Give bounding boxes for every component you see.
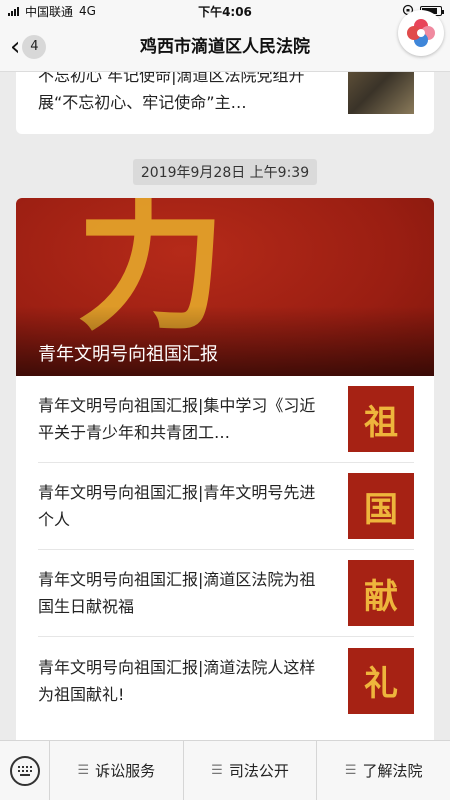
unread-count-badge: 4 [22, 34, 47, 59]
timestamp-row: 2019年9月28日 上午9:39 [0, 159, 450, 185]
keyboard-toggle-button[interactable] [0, 740, 50, 800]
status-time: 下午4:06 [198, 4, 252, 19]
nav-bar: ‹ 4 鸡西市滴道区人民法院 [0, 22, 450, 72]
menu-litigation-services[interactable]: ☰ 诉讼服务 [50, 740, 184, 800]
article-title: 青年文明号向祖国汇报|集中学习《习近平关于青少年和共青团工… [38, 396, 316, 442]
menu-lines-icon: ☰ [211, 763, 223, 778]
cover-title: 青年文明号向祖国汇报 [38, 344, 218, 365]
menu-label: 了解法院 [362, 762, 423, 780]
article-title: 青年文明号向祖国汇报|滴道法院人这样为祖国献礼! [38, 657, 316, 704]
article-group-card: 力 青年文明号向祖国汇报 青年文明号向祖国汇报|集中学习《习近平关于青少年和共青… [16, 198, 434, 740]
back-button[interactable]: ‹ 4 [10, 31, 47, 62]
chevron-left-icon: ‹ [10, 31, 21, 62]
profile-icon[interactable] [398, 10, 444, 56]
menu-lines-icon: ☰ [344, 763, 357, 778]
menu-label: 司法公开 [228, 762, 289, 780]
menu-lines-icon: ☰ [77, 763, 90, 778]
list-item[interactable]: 青年文明号向祖国汇报|集中学习《习近平关于青少年和共青团工… 祖 [38, 376, 414, 463]
article-thumbnail: 国 [348, 473, 414, 539]
message-feed[interactable]: 不忘初心 牢记使命|滴道区法院党组开展“不忘初心、牢记使命”主… 2019年9月… [0, 72, 450, 740]
page-title: 鸡西市滴道区人民法院 [140, 37, 310, 57]
list-item[interactable]: 青年文明号向祖国汇报|青年文明号先进个人 国 [38, 463, 414, 550]
article-title: 青年文明号向祖国汇报|青年文明号先进个人 [38, 483, 316, 529]
status-left: 中国联通 4G [8, 3, 178, 20]
menu-about-court[interactable]: ☰ 了解法院 [317, 741, 450, 800]
bottom-menu: ☰ 诉讼服务 ☰ 司法公开 ☰ 了解法院 [0, 740, 450, 800]
keyboard-icon [9, 755, 40, 786]
network-label: 4G [79, 4, 96, 18]
menu-judicial-disclosure[interactable]: ☰ 司法公开 [184, 740, 318, 800]
carrier-label: 中国联通 [25, 4, 74, 19]
list-item[interactable]: 青年文明号向祖国汇报|滴道法院人这样为祖国献礼! 礼 [38, 637, 414, 724]
previous-article-card[interactable]: 不忘初心 牢记使命|滴道区法院党组开展“不忘初心、牢记使命”主… [16, 72, 434, 134]
menu-label: 诉讼服务 [95, 762, 156, 780]
status-bar: 中国联通 4G 下午4:06 [0, 0, 450, 22]
article-thumbnail: 礼 [348, 647, 414, 714]
previous-article-title: 不忘初心 牢记使命|滴道区法院党组开展“不忘初心、牢记使命”主… [38, 72, 305, 112]
article-list: 青年文明号向祖国汇报|集中学习《习近平关于青少年和共青团工… 祖 青年文明号向祖… [16, 376, 434, 724]
cover-article[interactable]: 力 青年文明号向祖国汇报 [16, 198, 434, 376]
article-title: 青年文明号向祖国汇报|滴道区法院为祖国生日献祝福 [38, 570, 316, 616]
flower-logo-icon [407, 19, 435, 47]
previous-article-thumbnail [348, 72, 414, 114]
list-item[interactable]: 青年文明号向祖国汇报|滴道区法院为祖国生日献祝福 献 [38, 550, 414, 637]
message-timestamp: 2019年9月28日 上午9:39 [132, 159, 318, 185]
signal-icon [8, 6, 19, 16]
article-thumbnail: 献 [348, 560, 414, 626]
article-thumbnail: 祖 [348, 386, 414, 452]
